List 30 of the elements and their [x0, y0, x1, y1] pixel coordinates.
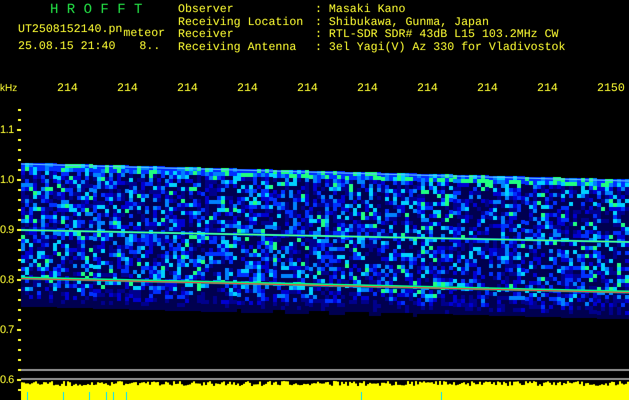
axis-tick-label: 214 [237, 82, 258, 95]
axis-unit: kHz [0, 82, 18, 94]
info-label: Observer [178, 4, 235, 16]
info-label: Receiver [178, 29, 235, 42]
axis-tick-label: 0.6 [0, 374, 14, 386]
axis-tick-label: 1.0 [0, 174, 14, 186]
info-value: : Shibukawa, Gunma, Japan [315, 16, 489, 28]
info-value: : RTL-SDR SDR# 43dB L15 103.2MHz CW [315, 29, 559, 42]
timestamp: 25.08.15 21:40 [18, 40, 116, 53]
axis-tick-label: 214 [357, 82, 378, 95]
axis-tick-label: 214 [297, 82, 318, 95]
axis-tick-label: 214 [117, 82, 138, 95]
app-title: H R O F F T [49, 1, 144, 20]
axis-tick-label: 2150 [597, 82, 625, 95]
axis-tick-label: 214 [417, 82, 438, 95]
axis-tick-label: 214 [477, 82, 498, 95]
file-name: UT2508152140.pn [18, 24, 122, 36]
axis-tick-label: 0.7 [0, 324, 14, 336]
axis-tick-label: 214 [57, 82, 78, 95]
axis-tick-label: 0.9 [0, 224, 14, 236]
axis-tick-label: 0.8 [0, 274, 14, 286]
info-value: : Masaki Kano [315, 4, 406, 16]
info-label: Receiving Location [178, 16, 304, 28]
axis-tick-label: 214 [537, 82, 558, 95]
axis-tick-label: 214 [177, 82, 198, 95]
info-label: Receiving Antenna [178, 42, 298, 54]
count-label: 8.. [139, 40, 160, 53]
info-value: : 3el Yagi(V) Az 330 for Vladivostok [315, 42, 566, 54]
file-tag: meteor [123, 28, 166, 40]
axis-tick-label: 1.1 [0, 124, 14, 136]
